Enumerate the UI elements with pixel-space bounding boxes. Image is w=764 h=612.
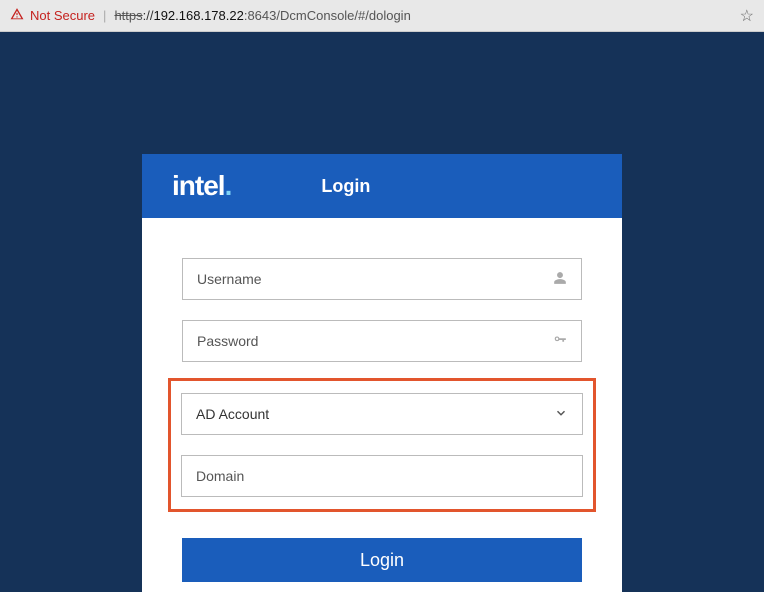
url-display[interactable]: https://192.168.178.22:8643/DcmConsole/#… <box>114 8 731 23</box>
security-label: Not Secure <box>30 8 95 23</box>
login-header: intel. Login <box>142 154 622 218</box>
url-scheme: https <box>114 8 142 23</box>
login-card: intel. Login AD Account <box>142 154 622 612</box>
login-title: Login <box>321 176 370 197</box>
username-field-wrapper <box>182 258 582 300</box>
bookmark-star-icon[interactable]: ☆ <box>740 6 754 26</box>
domain-input[interactable] <box>196 468 568 484</box>
login-button[interactable]: Login <box>182 538 582 582</box>
page-background: intel. Login AD Account <box>0 32 764 592</box>
account-type-select-wrapper[interactable]: AD Account <box>181 393 583 435</box>
security-warning[interactable]: Not Secure <box>10 7 95 24</box>
login-form: AD Account Login <box>142 218 622 612</box>
url-port: :8643 <box>244 8 277 23</box>
password-field-wrapper <box>182 320 582 362</box>
warning-icon <box>10 7 24 24</box>
chevron-down-icon <box>554 406 568 423</box>
key-icon <box>553 333 567 350</box>
browser-address-bar: Not Secure | https://192.168.178.22:8643… <box>0 0 764 32</box>
username-input[interactable] <box>197 271 553 287</box>
user-icon <box>553 271 567 288</box>
url-path: /DcmConsole/#/dologin <box>276 8 410 23</box>
account-type-selected: AD Account <box>196 406 554 422</box>
addr-divider: | <box>103 8 106 23</box>
password-input[interactable] <box>197 333 553 349</box>
domain-field-wrapper <box>181 455 583 497</box>
highlighted-section: AD Account <box>168 378 596 512</box>
url-host: 192.168.178.22 <box>153 8 243 23</box>
intel-logo: intel. <box>172 170 231 202</box>
